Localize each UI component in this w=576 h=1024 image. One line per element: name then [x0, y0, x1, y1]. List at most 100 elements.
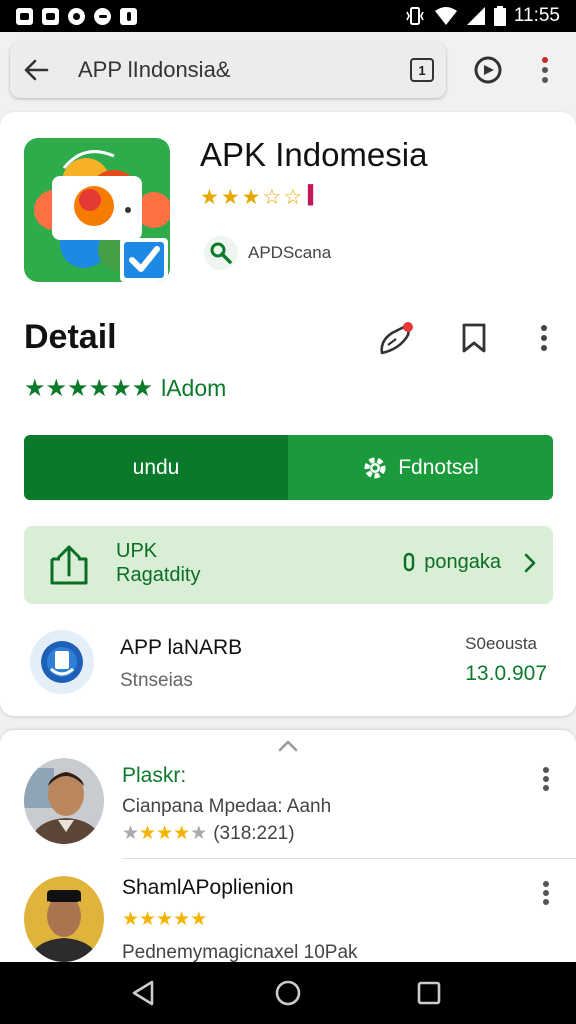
- review-text: Cianpana Mpedaa: Aanh: [122, 796, 332, 817]
- vendor-meta-value: 13.0.907: [465, 662, 547, 685]
- system-nav-bar: [0, 962, 576, 1024]
- status-bar: 11:55: [0, 0, 576, 32]
- star-icon: ★: [173, 823, 191, 844]
- tab-switcher-button[interactable]: 1: [410, 58, 434, 82]
- circle-home-icon: [275, 980, 301, 1006]
- gear-icon: [364, 457, 386, 478]
- star-icon: ★: [190, 823, 208, 844]
- browser-toolbar: APP lIndonsia& 1: [0, 32, 576, 108]
- review-rating: ★ ★ ★ ★ ★: [122, 908, 207, 931]
- review-rating: ★ ★ ★ ★ ★ (318:221): [122, 822, 295, 845]
- developer-icon: [204, 236, 238, 270]
- face-notification-icon: [68, 7, 85, 25]
- chevron-up-icon: [278, 740, 298, 752]
- reviewer-name: Plaskr:: [122, 764, 187, 787]
- download-notification-icon: [120, 7, 137, 25]
- info-action[interactable]: pongaka: [402, 551, 537, 574]
- back-button[interactable]: [10, 42, 62, 98]
- review-text: Pednemymagicnaxel 10Pak: [122, 942, 358, 963]
- install-button-label: Fdnotsel: [398, 455, 479, 479]
- search-box[interactable]: APP lIndonsia& 1: [10, 42, 446, 98]
- star-icon: ★: [110, 375, 132, 402]
- chevron-right-icon: [524, 553, 536, 572]
- star-outline-icon: ☆: [262, 186, 282, 209]
- reviewer-name: ShamlAPoplienion: [122, 876, 294, 899]
- shield-play-icon: [474, 56, 502, 84]
- detail-heading: Detail: [24, 318, 117, 356]
- overflow-menu-button[interactable]: [527, 52, 563, 88]
- more-vert-icon: [543, 881, 549, 905]
- vendor-globe-icon: [41, 641, 83, 683]
- nav-recents-button[interactable]: [414, 978, 444, 1008]
- info-line-2: Ragatdity: [116, 564, 201, 586]
- star-icon: ★: [173, 909, 191, 930]
- app-logo-icon: [34, 150, 170, 282]
- review-more-button[interactable]: [534, 878, 558, 908]
- arrow-left-icon: [24, 59, 49, 81]
- signal-icon: [466, 7, 485, 25]
- star-icon: ★: [156, 909, 174, 930]
- star-icon: ★: [131, 375, 154, 402]
- share-icon: [380, 322, 413, 355]
- review-count: (318:221): [213, 822, 295, 844]
- star-icon: ★: [241, 186, 261, 209]
- reviewer-avatar: [24, 758, 104, 844]
- clock: 11:55: [513, 5, 560, 26]
- triangle-back-icon: [132, 980, 154, 1006]
- publisher-row[interactable]: APDScana: [204, 236, 331, 270]
- publisher-name[interactable]: APDScana: [248, 243, 331, 263]
- star-icon: ★: [122, 823, 140, 844]
- star-icon: ★: [220, 186, 240, 209]
- app-rating-stars: ★ ★ ★ ☆ ☆ ▍: [200, 185, 322, 210]
- star-icon: ★: [24, 375, 46, 402]
- action-buttons: undu Fdnotsel: [24, 435, 553, 500]
- star-icon: ★: [122, 909, 140, 930]
- nav-home-button[interactable]: [273, 978, 303, 1008]
- info-line-1: UPK: [116, 540, 158, 562]
- info-card[interactable]: UPK Ragatdity pongaka: [24, 526, 553, 604]
- bookmark-mark-icon: ▍: [308, 185, 322, 205]
- vendor-row[interactable]: APP laNARB Stnseias S0eousta 13.0.907: [24, 628, 553, 698]
- search-query[interactable]: APP lIndonsia&: [78, 57, 410, 83]
- star-icon: ★: [156, 823, 174, 844]
- extension-button[interactable]: [470, 52, 506, 88]
- install-button[interactable]: Fdnotsel: [288, 435, 553, 500]
- review-more-button[interactable]: [534, 764, 558, 794]
- info-action-label: pongaka: [424, 551, 501, 573]
- nav-back-button[interactable]: [128, 978, 158, 1008]
- message-notification-icon: [42, 7, 59, 25]
- square-recents-icon: [417, 981, 441, 1005]
- battery-icon: [493, 6, 506, 26]
- star-icon: ★: [67, 375, 89, 402]
- green-stars: ★★★★★★: [24, 374, 153, 403]
- detail-more-button[interactable]: [524, 318, 564, 358]
- reviewer-avatar: [24, 876, 104, 962]
- vibrate-icon: [406, 7, 424, 25]
- star-icon: ★: [88, 375, 111, 402]
- detail-rating-row: ★★★★★★ lAdom: [24, 374, 226, 403]
- more-vert-icon: [543, 767, 549, 791]
- star-icon: ★: [200, 186, 219, 209]
- bookmark-button[interactable]: [454, 318, 494, 358]
- star-outline-icon: ☆: [283, 186, 303, 209]
- upload-box-icon: [46, 543, 92, 592]
- download-button[interactable]: undu: [24, 435, 288, 500]
- star-icon: ★: [139, 909, 157, 930]
- vendor-name: APP laNARB: [120, 636, 243, 659]
- more-vert-icon: [541, 325, 547, 351]
- share-button[interactable]: [376, 318, 416, 358]
- app-icon[interactable]: [24, 138, 170, 282]
- star-icon: ★: [190, 909, 208, 930]
- vendor-logo: [30, 630, 94, 694]
- app-title: APK Indomesia: [200, 136, 428, 173]
- bookmark-icon: [462, 323, 486, 353]
- vendor-subtitle: Stnseias: [120, 670, 193, 691]
- rating-label: lAdom: [161, 375, 227, 401]
- photos-notification-icon: [94, 7, 111, 25]
- more-vert-icon: [542, 57, 548, 83]
- collapse-button[interactable]: [275, 736, 301, 756]
- star-icon: ★: [139, 823, 157, 844]
- vendor-meta-label: S0eousta: [465, 634, 537, 653]
- wifi-icon: [434, 7, 457, 25]
- review-divider: [122, 858, 576, 859]
